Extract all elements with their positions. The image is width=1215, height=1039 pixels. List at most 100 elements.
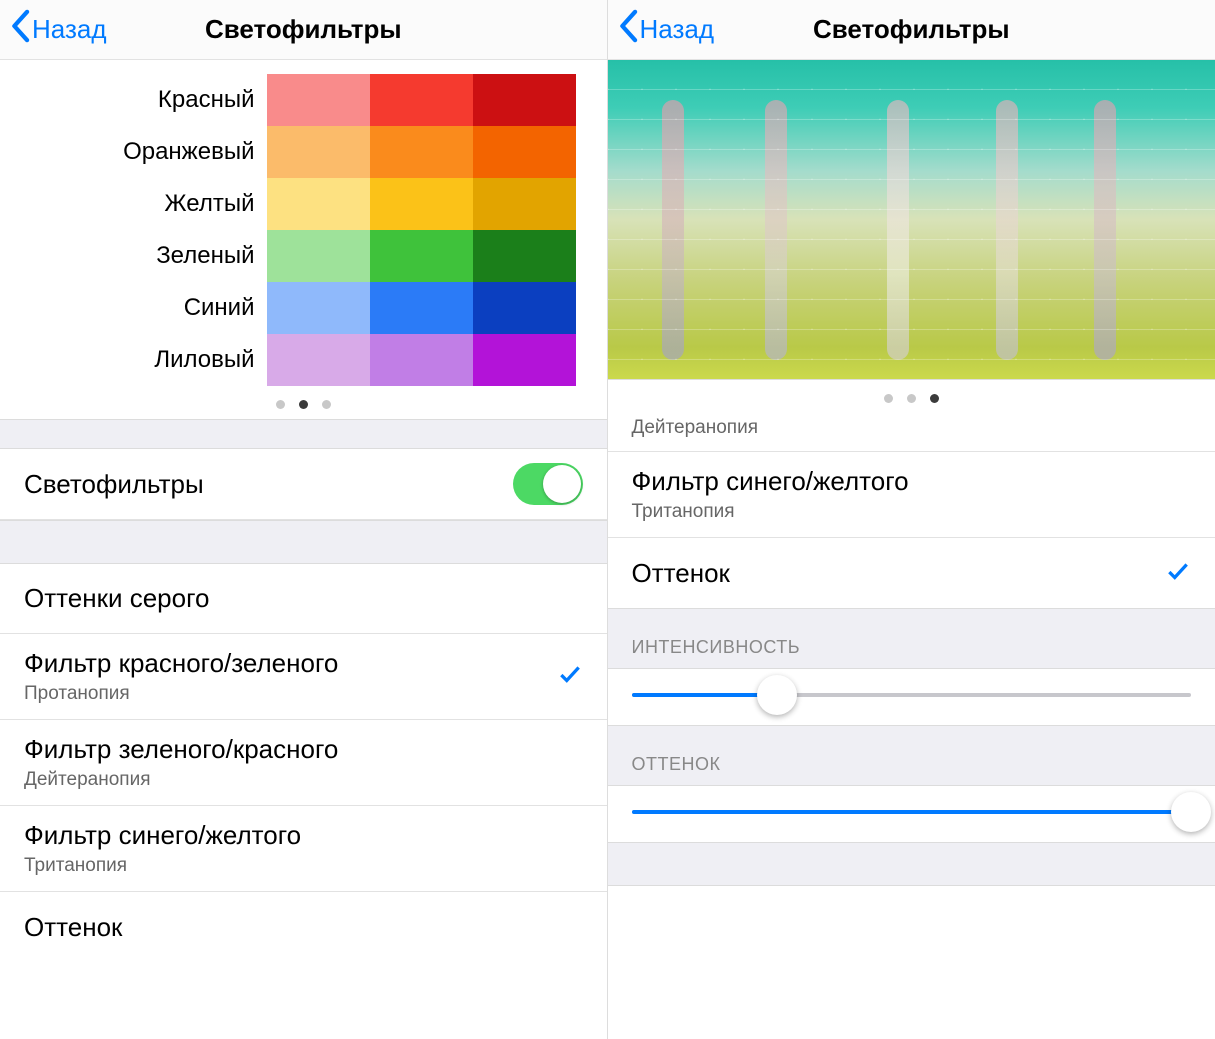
switch-on[interactable]: [513, 463, 583, 505]
section-separator: [608, 842, 1215, 886]
chevron-left-icon: [10, 9, 30, 50]
page-dot[interactable]: [322, 400, 331, 409]
swatch-label: Оранжевый: [123, 138, 254, 166]
swatch: [370, 334, 473, 386]
option-title: Фильтр синего/желтого: [24, 820, 301, 851]
filter-option-cell[interactable]: Оттенок: [0, 892, 607, 962]
option-text: Фильтр синего/желтого Тританопия: [24, 820, 301, 877]
section-separator: [0, 520, 607, 564]
hex-grid-overlay: [608, 60, 1215, 379]
page-indicator[interactable]: [0, 386, 607, 419]
option-text: Оттенок: [632, 558, 730, 589]
page-indicator[interactable]: [608, 380, 1215, 413]
filter-option-cell[interactable]: Оттенок: [608, 538, 1215, 608]
swatch-colors: [267, 334, 577, 386]
option-cell-partial[interactable]: Дейтеранопия: [608, 413, 1215, 452]
filter-option-cell[interactable]: Фильтр зеленого/красного Дейтеранопия: [0, 720, 607, 806]
pane-color-filters-hue: Назад Светофильтры Дейтеранопия Фильтр с…: [608, 0, 1215, 1039]
swatch: [267, 230, 370, 282]
swatch-label: Зеленый: [156, 242, 254, 270]
filter-option-cell[interactable]: Фильтр синего/желтого Тританопия: [608, 452, 1215, 538]
back-button[interactable]: Назад: [618, 9, 715, 50]
option-text: Оттенок: [24, 912, 122, 943]
section-header-hue: ОТТЕНОК: [608, 725, 1215, 786]
swatch: [267, 74, 370, 126]
color-preview-hexagons[interactable]: [608, 60, 1215, 380]
navbar: Назад Светофильтры: [0, 0, 607, 60]
swatch-colors: [267, 126, 577, 178]
filter-option-cell[interactable]: Оттенки серого: [0, 564, 607, 634]
swatch-label: Желтый: [164, 190, 254, 218]
swatch-row: Синий: [184, 282, 577, 334]
chevron-left-icon: [618, 9, 638, 50]
hue-slider[interactable]: [632, 810, 1192, 814]
swatch: [473, 178, 576, 230]
navbar: Назад Светофильтры: [608, 0, 1215, 60]
swatch-colors: [267, 74, 577, 126]
page-dot[interactable]: [930, 394, 939, 403]
swatch-colors: [267, 178, 577, 230]
option-title: Фильтр синего/желтого: [632, 466, 909, 497]
slider-fill: [632, 810, 1192, 814]
section-header-intensity: ИНТЕНСИВНОСТЬ: [608, 608, 1215, 669]
slider-thumb[interactable]: [1171, 792, 1211, 832]
swatch: [473, 74, 576, 126]
swatch-colors: [267, 230, 577, 282]
option-text: Фильтр зеленого/красного Дейтеранопия: [24, 734, 338, 791]
swatch-row: Зеленый: [156, 230, 576, 282]
swatch: [473, 230, 576, 282]
swatch: [267, 178, 370, 230]
swatch-colors: [267, 282, 577, 334]
switch-knob: [543, 465, 581, 503]
toggle-label: Светофильтры: [24, 469, 204, 500]
swatch-row: Лиловый: [154, 334, 576, 386]
page-dot[interactable]: [907, 394, 916, 403]
swatch: [473, 282, 576, 334]
slider-thumb[interactable]: [757, 675, 797, 715]
option-subtitle: Дейтеранопия: [632, 417, 1192, 439]
section-separator: [0, 419, 607, 449]
swatch-label: Красный: [158, 86, 255, 114]
swatch-row: Оранжевый: [123, 126, 576, 178]
swatch: [473, 126, 576, 178]
swatch: [370, 74, 473, 126]
checkmark-icon: [1165, 558, 1191, 589]
intensity-slider-cell: [608, 669, 1215, 725]
filter-option-cell[interactable]: Фильтр красного/зеленогоПротанопия: [0, 634, 607, 720]
option-subtitle: Протанопия: [24, 683, 338, 705]
option-title: Фильтр зеленого/красного: [24, 734, 338, 765]
page-dot[interactable]: [884, 394, 893, 403]
swatch: [267, 126, 370, 178]
swatch-row: Красный: [158, 74, 577, 126]
option-subtitle: Тританопия: [24, 855, 301, 877]
option-text: Оттенки серого: [24, 583, 209, 614]
pane-color-filters-swatches: Назад Светофильтры Красный Оранжевый Желты…: [0, 0, 608, 1039]
option-text: Фильтр синего/желтого Тританопия: [632, 466, 909, 523]
swatch-label: Синий: [184, 294, 255, 322]
color-filters-toggle-cell[interactable]: Светофильтры: [0, 449, 607, 520]
swatch: [370, 230, 473, 282]
slider-fill: [632, 693, 777, 697]
swatch: [267, 334, 370, 386]
swatch: [370, 126, 473, 178]
hue-slider-cell: [608, 786, 1215, 842]
swatch: [267, 282, 370, 334]
swatch-label: Лиловый: [154, 346, 254, 374]
page-dot[interactable]: [276, 400, 285, 409]
option-subtitle: Тританопия: [632, 501, 909, 523]
color-preview-swatches[interactable]: Красный Оранжевый Желтый Зеленый Синий Лиловы…: [0, 60, 607, 386]
option-title: Оттенок: [632, 558, 730, 589]
back-button[interactable]: Назад: [10, 9, 107, 50]
option-subtitle: Дейтеранопия: [24, 769, 338, 791]
filter-option-cell[interactable]: Фильтр синего/желтого Тританопия: [0, 806, 607, 892]
back-label: Назад: [640, 14, 715, 45]
checkmark-icon: [557, 661, 583, 692]
option-title: Оттенки серого: [24, 583, 209, 614]
intensity-slider[interactable]: [632, 693, 1192, 697]
option-text: Фильтр красного/зеленогоПротанопия: [24, 648, 338, 705]
page-dot[interactable]: [299, 400, 308, 409]
swatch: [370, 178, 473, 230]
swatch-row: Желтый: [164, 178, 576, 230]
swatch: [370, 282, 473, 334]
back-label: Назад: [32, 14, 107, 45]
